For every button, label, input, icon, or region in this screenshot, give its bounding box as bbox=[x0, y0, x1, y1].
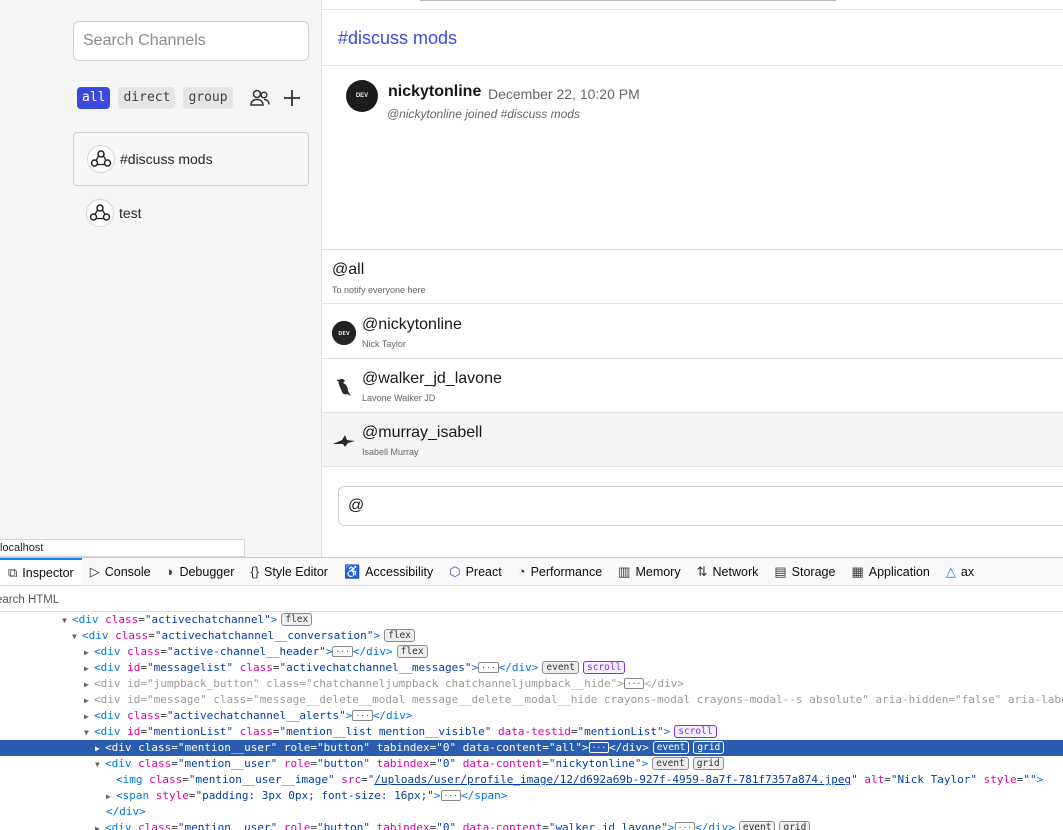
tab-storage[interactable]: ▤ Storage bbox=[766, 558, 843, 585]
tab-axe[interactable]: △ ax bbox=[938, 558, 982, 585]
inspector-icon: ⧉ bbox=[8, 564, 18, 580]
message-timestamp: December 22, 10:20 PM bbox=[488, 86, 640, 102]
tree-node-hidden[interactable]: ▶ <div id="jumpback_button" class="chatch… bbox=[0, 676, 1063, 692]
tab-label: Inspector bbox=[22, 565, 74, 580]
mention-handle: @all bbox=[332, 261, 365, 278]
channel-item-discuss-mods[interactable]: #discuss mods bbox=[73, 132, 309, 186]
bird-flying-avatar-icon bbox=[332, 429, 356, 453]
tree-node[interactable]: ▶ <span style="padding: 3px 0px; font-siz… bbox=[0, 788, 1063, 804]
message-author[interactable]: nickytonline bbox=[388, 83, 481, 101]
axe-icon: △ bbox=[945, 563, 956, 579]
search-channels-input[interactable] bbox=[73, 21, 309, 61]
tree-node[interactable]: ▶ <div id="messagelist" class="activechat… bbox=[0, 660, 1063, 676]
channel-name: #discuss mods bbox=[120, 151, 213, 167]
devtools-tabbar: ⧉ Inspector ▷ Console ◗ Debugger {} Style Ed… bbox=[0, 558, 1063, 586]
tab-label: Storage bbox=[791, 564, 836, 579]
channel-title[interactable]: #discuss mods bbox=[338, 28, 457, 49]
status-url-tooltip: localhost bbox=[0, 539, 245, 557]
tab-preact[interactable]: ⬡ Preact bbox=[441, 558, 510, 585]
mention-name: Lavone Walker JD bbox=[362, 393, 436, 403]
storage-icon: ▤ bbox=[774, 563, 787, 579]
tree-node[interactable]: ▶ <div class="active-channel__header"> ···… bbox=[0, 644, 1063, 660]
style-editor-icon: {} bbox=[250, 564, 260, 579]
bird-avatar-icon bbox=[332, 375, 356, 399]
tree-node[interactable]: ▶ <div class="mention__user" role="button… bbox=[0, 820, 1063, 830]
tab-memory[interactable]: ▥ Memory bbox=[610, 558, 688, 585]
new-channel-plus-icon[interactable] bbox=[279, 85, 305, 111]
top-scrollbar[interactable] bbox=[420, 0, 836, 1]
tab-label: Style Editor bbox=[264, 564, 328, 579]
tab-label: Memory bbox=[635, 564, 681, 579]
mention-item-all[interactable]: @all To notify everyone here bbox=[322, 250, 1063, 304]
tree-node[interactable]: ▼ <div class="mention__user" role="button… bbox=[0, 756, 1063, 772]
dev-avatar-icon: DEV bbox=[332, 321, 356, 345]
channel-sidebar: all direct group #discuss mods test loca… bbox=[0, 0, 322, 557]
memory-icon: ▥ bbox=[618, 563, 631, 579]
svg-text:DEV: DEV bbox=[338, 331, 350, 337]
tab-label: Network bbox=[712, 564, 759, 579]
console-icon: ▷ bbox=[89, 563, 100, 579]
tree-node[interactable]: </div> bbox=[0, 804, 1063, 820]
mention-list: @all To notify everyone here DEV @nickyt… bbox=[322, 249, 1063, 467]
tab-network[interactable]: ⇅ Network bbox=[689, 558, 767, 585]
devtools-panel: ⧉ Inspector ▷ Console ◗ Debugger {} Style Ed… bbox=[0, 557, 1063, 830]
tree-node-selected[interactable]: ▶ <div class="mention__user" role="button… bbox=[0, 740, 1063, 756]
group-channel-icon bbox=[87, 145, 115, 173]
mention-description: To notify everyone here bbox=[332, 285, 426, 295]
image-src-link[interactable]: /uploads/user/profile_image/12/d692a69b-… bbox=[374, 773, 851, 786]
filter-all[interactable]: all bbox=[77, 87, 111, 109]
mention-item-walker-jd-lavone[interactable]: @walker_jd_lavone Lavone Walker JD bbox=[322, 359, 1063, 413]
channel-name: test bbox=[119, 205, 142, 221]
tab-style-editor[interactable]: {} Style Editor bbox=[242, 558, 336, 585]
tab-accessibility[interactable]: ♿ Accessibility bbox=[336, 558, 441, 585]
filter-group[interactable]: group bbox=[183, 87, 233, 109]
channel-filters: all direct group bbox=[77, 87, 305, 109]
network-icon: ⇅ bbox=[696, 563, 708, 579]
tab-label: Console bbox=[104, 564, 151, 579]
active-channel: #discuss mods DEV nickytonline December … bbox=[322, 10, 1063, 557]
tab-debugger[interactable]: ◗ Debugger bbox=[159, 558, 243, 585]
message-composer-input[interactable] bbox=[338, 486, 1063, 526]
mention-handle: @nickytonline bbox=[362, 316, 462, 333]
tab-label: Application bbox=[868, 564, 930, 579]
channel-item-test[interactable]: test bbox=[73, 186, 309, 240]
tree-node[interactable]: <img class="mention__user__image" src="/… bbox=[0, 772, 1063, 788]
message-body: @nickytonline joined #discuss mods bbox=[387, 107, 580, 121]
tab-label: ax bbox=[960, 564, 975, 579]
mention-handle: @walker_jd_lavone bbox=[362, 370, 502, 387]
preact-icon: ⬡ bbox=[449, 563, 461, 579]
tab-label: Accessibility bbox=[365, 564, 434, 579]
mention-item-murray-isabell[interactable]: @murray_isabell Isabell Murray bbox=[322, 413, 1063, 467]
tree-node[interactable]: ▶ <div class="activechatchannel__alerts">… bbox=[0, 708, 1063, 724]
tree-node[interactable]: ▼ <div class="activechatchannel__conversa… bbox=[0, 628, 1063, 644]
top-divider bbox=[322, 0, 1063, 10]
filter-direct[interactable]: direct bbox=[118, 87, 176, 109]
app-viewport: all direct group #discuss mods test loca… bbox=[0, 0, 1063, 557]
mention-name: Nick Taylor bbox=[362, 339, 406, 349]
accessibility-icon: ♿ bbox=[343, 563, 361, 579]
channel-header: #discuss mods bbox=[322, 10, 1063, 66]
tab-inspector[interactable]: ⧉ Inspector bbox=[0, 558, 82, 585]
tab-application[interactable]: ▦ Application bbox=[843, 558, 937, 585]
invitations-icon[interactable] bbox=[247, 85, 273, 111]
markup-tree: ▼ <div class="activechatchannel"> flex ▼ <d… bbox=[0, 611, 1063, 830]
mention-handle: @murray_isabell bbox=[362, 424, 483, 441]
author-avatar[interactable]: DEV bbox=[346, 80, 378, 112]
tab-console[interactable]: ▷ Console bbox=[82, 558, 159, 585]
application-icon: ▦ bbox=[851, 563, 864, 579]
tab-label: Preact bbox=[465, 564, 502, 579]
mention-name: Isabell Murray bbox=[362, 447, 419, 457]
debugger-icon: ◗ bbox=[166, 564, 175, 579]
tree-node[interactable]: ▼ <div class="activechatchannel"> flex bbox=[0, 612, 1063, 628]
search-html-input[interactable] bbox=[0, 590, 394, 610]
tab-label: Performance bbox=[530, 564, 603, 579]
tree-node[interactable]: ▼ <div id="mentionList" class="mention__l… bbox=[0, 724, 1063, 740]
mention-item-nickytonline[interactable]: DEV @nickytonline Nick Taylor bbox=[322, 305, 1063, 359]
tab-label: Debugger bbox=[179, 564, 235, 579]
tree-node-hidden[interactable]: ▶ <div id="message" class="message__delet… bbox=[0, 692, 1063, 708]
performance-icon: ◔ bbox=[517, 564, 526, 579]
tab-performance[interactable]: ◔ Performance bbox=[510, 558, 610, 585]
message: DEV nickytonline December 22, 10:20 PM @… bbox=[346, 80, 1046, 130]
group-channel-icon bbox=[86, 199, 114, 227]
